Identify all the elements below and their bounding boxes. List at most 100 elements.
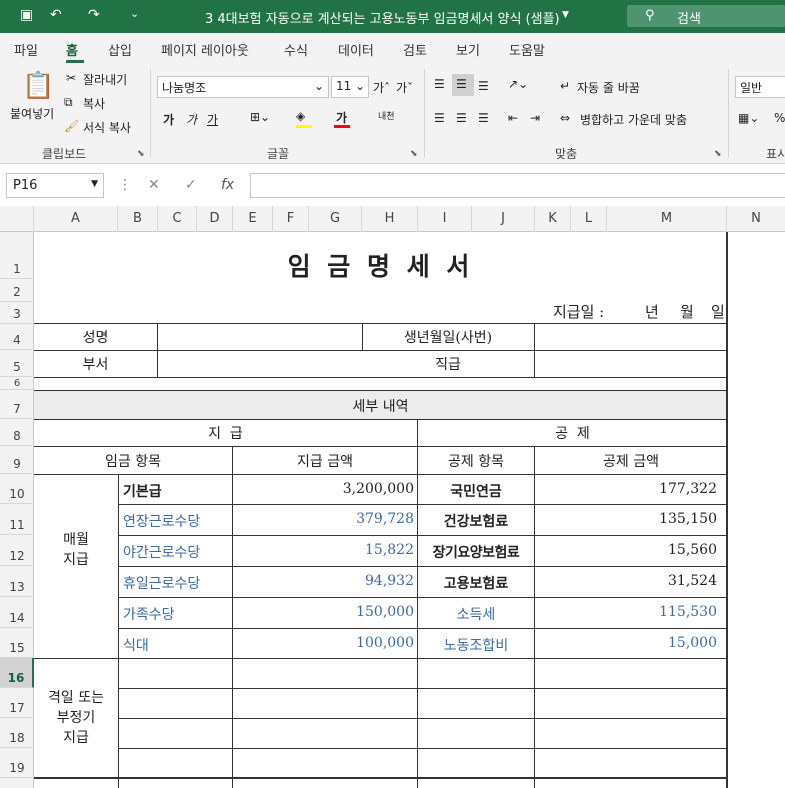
italic-button[interactable]: 가 (186, 111, 197, 128)
merge-center-button[interactable]: 병합하고 가운데 맞춤 (580, 111, 687, 128)
row-header[interactable]: 14 (0, 597, 34, 628)
row-header[interactable]: 13 (0, 566, 34, 597)
align-right-icon[interactable]: ☰ (478, 111, 489, 125)
row-header[interactable]: 1 (0, 232, 34, 279)
border-icon[interactable]: ⊞⌄ (250, 110, 270, 124)
name-box[interactable]: P16 ▼ (6, 173, 104, 198)
col-header[interactable]: E (233, 206, 273, 232)
accounting-format-icon[interactable]: ▦⌄ (738, 111, 759, 125)
row-header[interactable]: 11 (0, 504, 34, 535)
format-painter-icon[interactable]: 🖌 (64, 119, 79, 133)
underline-button[interactable]: 가 (207, 111, 218, 128)
col-header[interactable]: B (118, 206, 158, 232)
col-header[interactable]: D (197, 206, 233, 232)
fill-color-icon[interactable]: ◈ (296, 109, 305, 123)
search-box[interactable]: ⚲ 검색 (627, 5, 785, 27)
align-left-icon[interactable]: ☰ (434, 111, 445, 125)
grow-font-icon[interactable]: 가ˆ (373, 79, 390, 96)
row-header[interactable]: 3 (0, 302, 34, 324)
row-header-selected[interactable]: 16 (0, 658, 34, 688)
enter-icon[interactable]: ✓ (185, 177, 197, 193)
col-header[interactable]: K (535, 206, 571, 232)
row-header[interactable]: 12 (0, 535, 34, 566)
col-header[interactable]: G (309, 206, 362, 232)
font-name-select[interactable]: 나눔명조 ⌄ (157, 76, 329, 98)
copy-button[interactable]: 복사 (83, 95, 105, 112)
row-header[interactable]: 2 (0, 279, 34, 302)
tab-formulas[interactable]: 수식 (284, 40, 308, 59)
page-title: 임 금 명 세 서 (287, 252, 474, 281)
chevron-down-icon[interactable]: ▼ (562, 10, 569, 20)
row-header[interactable]: 7 (0, 390, 34, 419)
formula-input[interactable] (250, 173, 785, 198)
row-header[interactable]: 6 (0, 377, 34, 390)
tab-home[interactable]: 홈 (66, 40, 78, 59)
pay-amount: 379,728 (356, 511, 414, 527)
save-icon[interactable]: ▣ (20, 7, 33, 23)
customize-qat-icon[interactable]: ⌄ (130, 7, 139, 20)
col-header[interactable]: C (158, 206, 197, 232)
search-label: 검색 (677, 12, 701, 27)
copy-icon[interactable]: ⧉ (64, 95, 73, 110)
col-header[interactable]: F (273, 206, 309, 232)
wrap-text-button[interactable]: 자동 줄 바꿈 (577, 79, 640, 96)
font-size-select[interactable]: 11 ⌄ (331, 76, 369, 98)
merge-center-icon[interactable]: ⇔ (560, 111, 570, 125)
decrease-indent-icon[interactable]: ⇤ (508, 111, 518, 125)
cut-button[interactable]: 잘라내기 (83, 71, 127, 88)
col-header[interactable]: M (607, 206, 727, 232)
col-header[interactable]: H (362, 206, 418, 232)
col-header[interactable]: N (727, 206, 785, 232)
undo-icon[interactable]: ↶ (50, 7, 62, 23)
format-painter-button[interactable]: 서식 복사 (83, 119, 131, 136)
cut-icon[interactable]: ✂ (66, 71, 76, 85)
paste-button[interactable]: 붙여넣기 (10, 105, 54, 122)
pay-amount-header: 지급 금액 (297, 454, 353, 470)
grid-line (157, 323, 158, 377)
tab-data[interactable]: 데이터 (338, 40, 374, 59)
number-group-label: 표시 (766, 147, 785, 161)
align-middle-icon[interactable]: ☰ (456, 77, 467, 91)
col-header[interactable]: I (418, 206, 472, 232)
bold-button[interactable]: 가 (163, 111, 174, 128)
increase-indent-icon[interactable]: ⇥ (530, 111, 540, 125)
row-header[interactable]: 17 (0, 688, 34, 718)
font-launcher-icon[interactable]: ⬊ (410, 149, 418, 159)
deduct-amount-header: 공제 금액 (603, 454, 659, 470)
col-header[interactable]: L (571, 206, 607, 232)
row-header[interactable]: 18 (0, 718, 34, 748)
shrink-font-icon[interactable]: 가ˇ (396, 79, 413, 96)
paste-icon[interactable]: 📋 (22, 71, 54, 101)
row-header[interactable]: 15 (0, 628, 34, 658)
row-header[interactable]: 4 (0, 324, 34, 350)
row-header[interactable]: 9 (0, 446, 34, 474)
tab-page-layout[interactable]: 페이지 레이아웃 (161, 40, 249, 59)
row-header[interactable]: 19 (0, 748, 34, 778)
number-format-select[interactable]: 일반 (735, 76, 785, 98)
align-center-icon[interactable]: ☰ (456, 111, 467, 125)
redo-icon[interactable]: ↷ (88, 7, 100, 23)
row-header[interactable]: 8 (0, 419, 34, 446)
tab-help[interactable]: 도움말 (509, 40, 545, 59)
alignment-launcher-icon[interactable]: ⬊ (714, 149, 722, 159)
tab-insert[interactable]: 삽입 (108, 40, 132, 59)
cancel-icon[interactable]: ✕ (148, 177, 160, 193)
phonetic-icon[interactable]: 내천 (378, 109, 395, 122)
tab-file[interactable]: 파일 (14, 40, 38, 59)
align-bottom-icon[interactable]: ☰ (478, 79, 489, 93)
font-color-icon[interactable]: 가 (336, 109, 347, 126)
row-header[interactable]: 5 (0, 350, 34, 377)
percent-icon[interactable]: % (774, 111, 785, 125)
tab-review[interactable]: 검토 (403, 40, 427, 59)
clipboard-launcher-icon[interactable]: ⬊ (137, 149, 145, 159)
col-header[interactable]: A (34, 206, 118, 232)
col-header[interactable]: J (472, 206, 535, 232)
select-all-corner[interactable] (0, 206, 34, 232)
tab-view[interactable]: 보기 (456, 40, 480, 59)
insert-function-icon[interactable]: fx (221, 177, 234, 193)
deduct-item-header: 공제 항목 (448, 454, 504, 470)
orientation-icon[interactable]: ↗⌄ (508, 77, 528, 91)
wrap-text-icon[interactable]: ↵ (560, 79, 570, 93)
row-header[interactable]: 10 (0, 474, 34, 504)
align-top-icon[interactable]: ☰ (434, 77, 445, 91)
